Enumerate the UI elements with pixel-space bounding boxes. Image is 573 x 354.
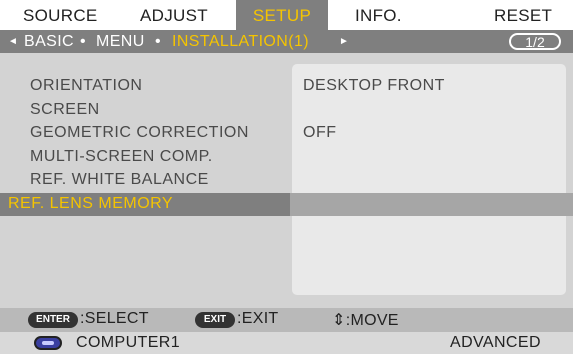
breadcrumb-installation[interactable]: INSTALLATION(1) (172, 30, 309, 53)
left-arrow-icon[interactable]: ◄ (8, 30, 18, 53)
status-bar: COMPUTER1 ADVANCED (0, 332, 573, 354)
tab-setup[interactable]: SETUP (236, 0, 328, 30)
computer-source-icon (34, 336, 62, 350)
menu-item-multi-screen-comp[interactable]: MULTI-SCREEN COMP. (30, 148, 213, 166)
selected-row[interactable]: REF. LENS MEMORY (0, 193, 573, 216)
tab-adjust[interactable]: ADJUST (140, 0, 208, 30)
tab-info[interactable]: INFO. (355, 0, 402, 30)
help-exit: :EXIT (237, 310, 279, 327)
breadcrumb: ◄ BASIC • MENU • INSTALLATION(1) ► 1/2 (0, 30, 573, 53)
breadcrumb-separator: • (155, 33, 162, 50)
orientation-value[interactable]: DESKTOP FRONT (303, 77, 445, 95)
tab-reset[interactable]: RESET (494, 0, 552, 30)
help-move: ⇕:MOVE (332, 312, 399, 329)
breadcrumb-basic[interactable]: BASIC (24, 30, 74, 53)
settings-panel: ORIENTATION DESKTOP FRONT SCREEN GEOMETR… (0, 53, 573, 308)
tab-source[interactable]: SOURCE (23, 0, 98, 30)
value-column (292, 64, 566, 295)
help-bar: ENTER :SELECT EXIT :EXIT ⇕:MOVE (0, 308, 573, 332)
menu-item-ref-white-balance[interactable]: REF. WHITE BALANCE (30, 171, 209, 189)
geometric-correction-value[interactable]: OFF (303, 124, 337, 142)
menu-mode: ADVANCED (450, 334, 541, 351)
input-source: COMPUTER1 (76, 334, 181, 351)
breadcrumb-menu[interactable]: MENU (96, 30, 145, 53)
breadcrumb-separator: • (80, 33, 87, 50)
page-indicator: 1/2 (509, 33, 561, 50)
help-select: :SELECT (80, 310, 149, 327)
exit-key-icon: EXIT (195, 312, 235, 328)
menu-item-orientation[interactable]: ORIENTATION (30, 77, 142, 95)
menu-item-geometric-correction[interactable]: GEOMETRIC CORRECTION (30, 124, 249, 142)
menu-item-ref-lens-memory[interactable]: REF. LENS MEMORY (8, 195, 173, 213)
enter-key-icon: ENTER (28, 312, 78, 328)
menu-tab-bar: SOURCE ADJUST SETUP INFO. RESET (0, 0, 573, 30)
right-arrow-icon[interactable]: ► (339, 30, 349, 53)
selected-row-label: REF. LENS MEMORY (0, 193, 290, 216)
menu-item-screen[interactable]: SCREEN (30, 101, 100, 119)
